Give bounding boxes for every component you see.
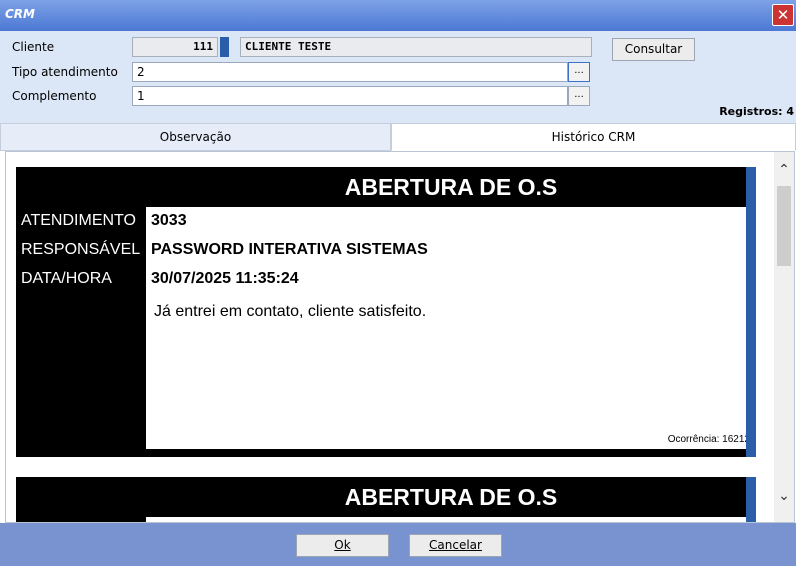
tab-bar: Observação Histórico CRM — [0, 123, 796, 151]
data-hora-label: DATA/HORA — [21, 270, 112, 287]
card-body: 3033 PASSWORD INTERATIVA SISTEMAS 30/07/… — [146, 207, 754, 449]
card-title: ABERTURA DE O.S — [344, 174, 558, 200]
ok-button[interactable]: Ok — [296, 534, 389, 557]
tab-historico-crm[interactable]: Histórico CRM — [391, 123, 796, 151]
data-hora-value: 30/07/2025 11:35:24 — [151, 270, 299, 287]
registros-count: Registros: 4 — [719, 105, 794, 118]
scroll-up-icon[interactable]: ⌃ — [774, 162, 794, 178]
card-title: ABERTURA DE O.S — [344, 484, 558, 510]
responsavel-value: PASSWORD INTERATIVA SISTEMAS — [151, 241, 428, 258]
window-title: CRM — [5, 7, 35, 21]
cliente-label: Cliente — [12, 40, 55, 54]
card-accent-strip — [746, 167, 756, 457]
tipo-atendimento-lookup-button[interactable]: ... — [568, 62, 590, 82]
atendimento-value: 3033 — [151, 212, 187, 229]
cliente-name-field: CLIENTE TESTE — [240, 37, 592, 57]
vertical-scrollbar[interactable]: ⌃ ⌄ — [774, 152, 794, 522]
card-accent-strip — [746, 477, 756, 522]
ocorrencia-label: Ocorrência: 16212 — [667, 434, 750, 445]
button-bar: Ok Cancelar — [0, 523, 796, 566]
atendimento-label: ATENDIMENTO — [21, 212, 136, 229]
cliente-spinner-icon[interactable] — [220, 37, 229, 57]
title-bar: CRM ✕ — [0, 0, 796, 31]
cancelar-button[interactable]: Cancelar — [409, 534, 502, 557]
tab-observacao[interactable]: Observação — [0, 123, 391, 151]
responsavel-label: RESPONSÁVEL — [21, 241, 141, 258]
history-card: ABERTURA DE O.S ATENDIMENTO RESPONSÁVEL … — [16, 167, 756, 457]
history-panel: ABERTURA DE O.S ATENDIMENTO RESPONSÁVEL … — [5, 151, 795, 523]
observation-text: Já entrei em contato, cliente satisfeito… — [154, 303, 427, 320]
consultar-button[interactable]: Consultar — [612, 38, 695, 61]
scroll-down-icon[interactable]: ⌄ — [774, 488, 794, 504]
tipo-atendimento-label: Tipo atendimento — [12, 65, 118, 79]
close-button[interactable]: ✕ — [772, 4, 794, 26]
complemento-lookup-button[interactable]: ... — [568, 86, 590, 106]
cliente-code-field[interactable]: 111 — [132, 37, 218, 57]
history-card: ABERTURA DE O.S — [16, 477, 756, 522]
filter-form: Cliente 111 CLIENTE TESTE Consultar Tipo… — [0, 31, 796, 123]
complemento-label: Complemento — [12, 89, 97, 103]
complemento-field[interactable]: 1 — [132, 86, 568, 106]
scroll-thumb[interactable] — [777, 186, 791, 266]
tipo-atendimento-field[interactable]: 2 — [132, 62, 568, 82]
